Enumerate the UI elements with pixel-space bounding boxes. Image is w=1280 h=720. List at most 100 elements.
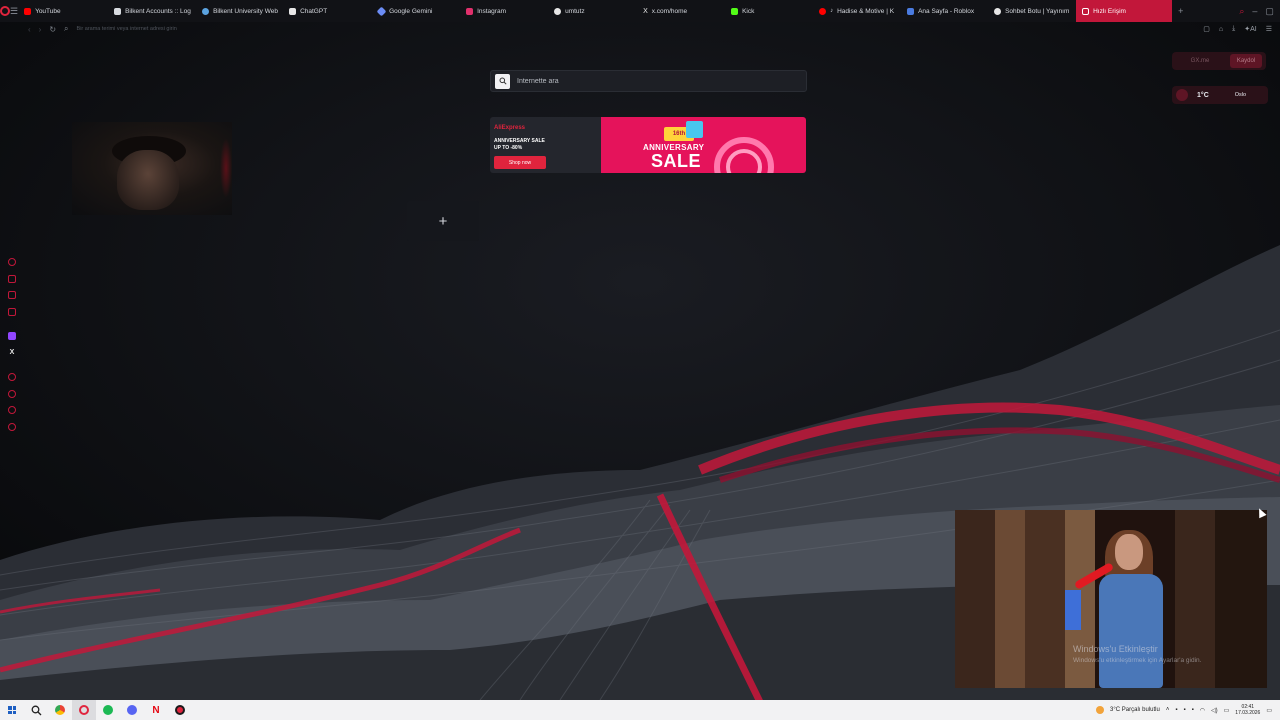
tray-chevron-icon[interactable]: ˄ [1166, 707, 1170, 713]
battery-icon[interactable]: ▭ [1224, 707, 1230, 714]
news-icon[interactable] [8, 307, 16, 316]
player-icon[interactable] [8, 373, 16, 381]
gx-widget: GX.me Kaydol [1172, 52, 1266, 70]
taskbar: N 3°C Parçalı bulutlu ˄ ▪ ▪ ▪ ◠ ◁) ▭ 02:… [0, 700, 1280, 720]
taskbar-search[interactable] [24, 700, 48, 720]
tray-app-icon[interactable]: ▪ [1175, 707, 1177, 713]
tab-sohbet[interactable]: Sohbet Botu | Yayınım [988, 0, 1076, 22]
start-button[interactable] [0, 700, 24, 720]
tab-label: ChatGPT [300, 7, 328, 15]
tab-x[interactable]: Xx.com/home [637, 0, 725, 22]
tab-label: umtutz [565, 7, 585, 15]
video-singer [1073, 530, 1167, 688]
screen: ☰ YouTube Bilkent Accounts :: Log Bilken… [0, 0, 1280, 720]
maximize-button[interactable]: ▢ [1265, 6, 1274, 17]
tab-chatgpt[interactable]: ChatGPT [283, 0, 372, 22]
tab-hizli-erisim[interactable]: Hızlı Erişim [1076, 0, 1173, 22]
tab-label: Instagram [477, 7, 506, 15]
tray-app-icon[interactable]: ▪ [1183, 707, 1185, 713]
youtube-icon [819, 7, 827, 15]
taskbar-opera[interactable] [72, 700, 96, 720]
volume-icon[interactable]: ◁) [1211, 707, 1218, 714]
video-blue-light [1065, 590, 1081, 630]
taskbar-discord[interactable] [120, 700, 144, 720]
chatgpt-icon [289, 7, 297, 15]
address-input[interactable]: Bir arama terimi veya internet adresi gi… [77, 26, 177, 32]
ad-line-2: UP TO -80% [494, 145, 523, 151]
wifi-icon[interactable]: ◠ [1200, 707, 1205, 714]
shop-now-button[interactable]: Shop now [494, 156, 546, 169]
snapshot-icon[interactable]: ▢ [1203, 25, 1210, 33]
x-icon: X [643, 7, 648, 15]
aliexpress-ad[interactable]: AliExpress ANNIVERSARY SALE UP TO -80% S… [490, 117, 806, 173]
back-icon[interactable]: ‹ [28, 25, 31, 34]
reload-icon[interactable]: ↻ [49, 25, 56, 34]
weather-icon [1176, 89, 1188, 101]
speed-dial-search[interactable] [490, 70, 807, 92]
aria-ai-icon[interactable]: ✦AI [1244, 25, 1256, 33]
twitch-icon[interactable] [8, 332, 16, 340]
signup-button[interactable]: Kaydol [1230, 54, 1262, 68]
new-tab-button[interactable]: + [1178, 6, 1183, 16]
webcam-overlay [72, 122, 232, 215]
settings-icon[interactable] [8, 422, 16, 431]
toolbar-right: ▢ ⌂ ⤓ ✦AI ☰ [1203, 22, 1272, 36]
tab-kick[interactable]: Kick [725, 0, 813, 22]
sohbet-icon [994, 7, 1002, 15]
opera-menu-button[interactable] [0, 0, 10, 22]
tray-weather-icon [1096, 706, 1105, 714]
tab-roblox[interactable]: Ana Sayfa - Roblox [901, 0, 988, 22]
ad-headline-big: SALE [651, 151, 702, 171]
shopping-icon[interactable] [8, 274, 16, 283]
tab-youtube[interactable]: YouTube [18, 0, 108, 22]
tab-github[interactable]: umtutz [548, 0, 637, 22]
tab-instagram[interactable]: Instagram [460, 0, 548, 22]
clock[interactable]: 02:41 17.03.2026 [1235, 704, 1260, 716]
taskbar-spotify[interactable] [96, 700, 120, 720]
ad-banner-image: 16th ANNIVERSARY SALE [601, 117, 806, 173]
minimize-button[interactable]: – [1252, 6, 1257, 16]
tab-hadise[interactable]: ♪ Hadise & Motive | K [813, 0, 901, 22]
search-input[interactable] [517, 77, 777, 85]
audio-icon: ♪ [830, 8, 834, 14]
video-bg-panel [995, 510, 1025, 688]
page-icon [114, 7, 122, 15]
taskbar-netflix[interactable]: N [144, 700, 168, 720]
tray-app-icon[interactable]: ▪ [1192, 707, 1194, 713]
history-icon[interactable] [8, 389, 16, 398]
notifications-icon[interactable]: ▭ [1266, 707, 1272, 714]
weather-city: Oslo [1234, 92, 1247, 98]
roblox-icon [907, 7, 915, 15]
singer-head [1115, 534, 1143, 570]
download-icon[interactable]: ⤓ [1232, 25, 1235, 33]
tab-bilkent-web[interactable]: Bilkent University Web [196, 0, 283, 22]
search-engine-icon[interactable] [495, 73, 510, 89]
pinboard-icon[interactable] [8, 406, 16, 414]
forward-icon[interactable]: › [39, 25, 42, 34]
gx-label: GX.me [1190, 58, 1210, 64]
windows-icon [8, 706, 16, 714]
netflix-icon: N [152, 704, 160, 716]
taskbar-opera-gx[interactable] [168, 700, 192, 720]
tab-bilkent-accounts[interactable]: Bilkent Accounts :: Log [108, 0, 196, 22]
wallet-icon[interactable]: ⌂ [1219, 26, 1223, 33]
weather-widget[interactable]: 1°C Oslo [1172, 86, 1268, 104]
system-tray: 3°C Parçalı bulutlu ˄ ▪ ▪ ▪ ◠ ◁) ▭ 02:41… [1096, 700, 1280, 720]
tab-menu-icon[interactable]: ☰ [10, 0, 18, 22]
taskbar-chrome[interactable] [48, 700, 72, 720]
x-sidebar-icon[interactable]: X [8, 349, 16, 357]
tray-weather[interactable]: 3°C Parçalı bulutlu [1110, 707, 1160, 713]
search-tabs-icon[interactable]: ⌕ [1239, 6, 1244, 17]
tab-bar-controls: + ⌕ – ▢ ✕ [1172, 0, 1280, 22]
messenger-icon[interactable] [8, 291, 16, 299]
tab-label: x.com/home [651, 7, 688, 15]
easy-setup-icon[interactable]: ☰ [1266, 25, 1272, 33]
video-popout[interactable]: Windows'u Etkinleştir Windows'u etkinleş… [955, 510, 1267, 688]
github-icon [554, 7, 562, 15]
tab-gemini[interactable]: Google Gemini [372, 0, 460, 22]
tab-label: Bilkent Accounts :: Log [125, 7, 191, 15]
aria-icon[interactable] [8, 258, 16, 266]
chrome-icon [55, 705, 65, 715]
spotify-icon [103, 705, 113, 715]
add-speed-dial-button[interactable]: + [407, 201, 479, 241]
